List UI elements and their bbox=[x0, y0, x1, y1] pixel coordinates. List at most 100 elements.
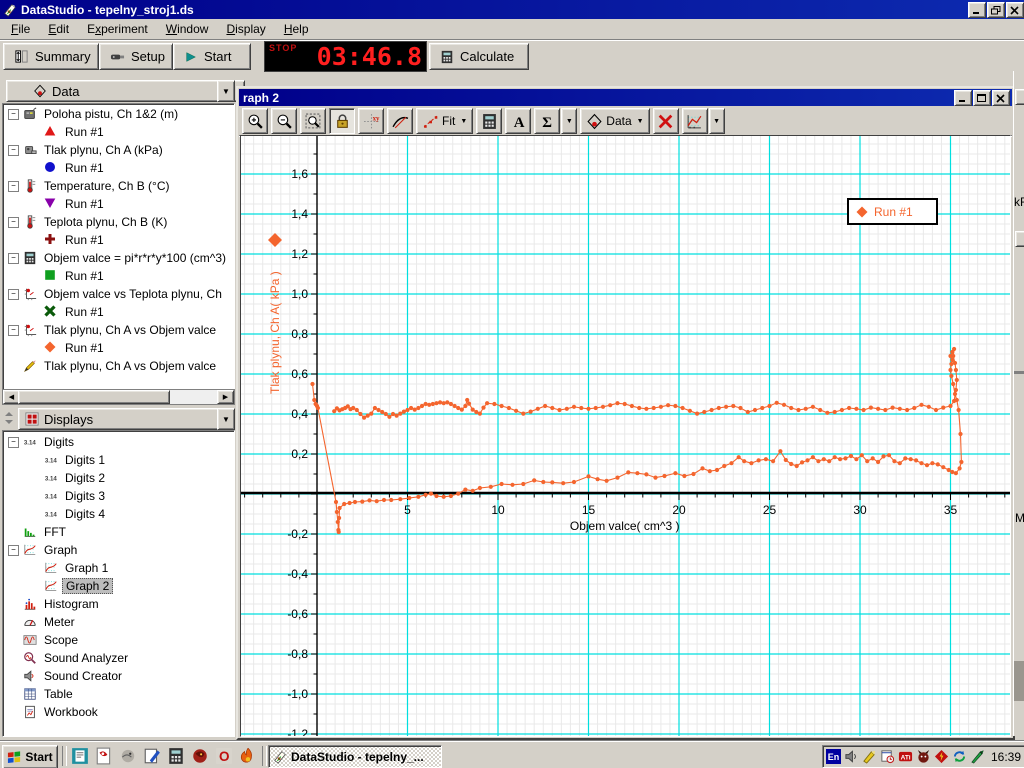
fit-menu-button[interactable]: Fit▼ bbox=[416, 108, 473, 134]
data-panel-header[interactable]: Data bbox=[6, 80, 245, 102]
display-item-graph-2[interactable]: Graph 2 bbox=[3, 577, 234, 595]
tree-expander[interactable]: − bbox=[8, 289, 19, 300]
display-item-scope[interactable]: Scope bbox=[3, 631, 234, 649]
opera-icon[interactable]: O bbox=[214, 746, 234, 766]
tree-expander[interactable]: − bbox=[8, 145, 19, 156]
display-item-fft[interactable]: FFT bbox=[3, 523, 234, 541]
restore-button[interactable] bbox=[987, 2, 1005, 18]
data-source-item[interactable]: −Teplota plynu, Ch B (K) bbox=[3, 213, 234, 231]
dragon-icon[interactable] bbox=[190, 746, 210, 766]
scheduler-icon[interactable] bbox=[879, 749, 895, 765]
data-run-item[interactable]: Run #1 bbox=[3, 267, 234, 285]
summary-button[interactable]: Summary bbox=[3, 43, 99, 70]
pen-icon[interactable] bbox=[969, 749, 985, 765]
display-item-digits[interactable]: −3.14Digits bbox=[3, 433, 234, 451]
display-item-sound-analyzer[interactable]: Sound Analyzer bbox=[3, 649, 234, 667]
data-run-item[interactable]: Run #1 bbox=[3, 303, 234, 321]
data-source-item[interactable]: −Objem valce vs Teplota plynu, Ch bbox=[3, 285, 234, 303]
yellow-tool-icon[interactable] bbox=[861, 749, 877, 765]
zoom-select-button[interactable] bbox=[300, 108, 326, 134]
display-item-sound-creator[interactable]: Sound Creator bbox=[3, 667, 234, 685]
tree-expander[interactable]: − bbox=[8, 325, 19, 336]
tree-expander[interactable]: − bbox=[8, 181, 19, 192]
displays-panel-dropdown[interactable]: ▼ bbox=[217, 408, 235, 430]
tree-expander[interactable]: − bbox=[8, 217, 19, 228]
data-source-item[interactable]: −Tlak plynu, Ch A (kPa) bbox=[3, 141, 234, 159]
displays-panel-header[interactable]: Displays bbox=[18, 408, 225, 430]
display-item-workbook[interactable]: Workbook bbox=[3, 703, 234, 721]
flame-icon[interactable] bbox=[238, 746, 258, 766]
plot-area[interactable]: 51015202530351,61,41,21,00,80,60,40,2-0,… bbox=[240, 135, 1011, 737]
tree-expander[interactable]: − bbox=[8, 109, 19, 120]
data-run-item[interactable]: Run #1 bbox=[3, 339, 234, 357]
setup-button[interactable]: Setup bbox=[99, 43, 173, 70]
zoom-out-button[interactable] bbox=[271, 108, 297, 134]
task-button-datastudio[interactable]: DataStudio - tepelny_... bbox=[268, 745, 442, 768]
menu-item-experiment[interactable]: Experiment bbox=[78, 19, 157, 40]
start-button[interactable]: Start bbox=[2, 745, 58, 768]
graph-minimize-button[interactable] bbox=[954, 90, 972, 106]
app-devil-icon[interactable] bbox=[915, 749, 931, 765]
data-source-item[interactable]: −Poloha pistu, Ch 1&2 (m) bbox=[3, 105, 234, 123]
calculate-button[interactable]: Calculate bbox=[429, 43, 529, 70]
pen-doc-icon[interactable] bbox=[142, 746, 162, 766]
display-item-digits-1[interactable]: 3.14Digits 1 bbox=[3, 451, 234, 469]
menu-item-help[interactable]: Help bbox=[275, 19, 318, 40]
tree-expander[interactable]: − bbox=[8, 545, 19, 556]
data-run-item[interactable]: Run #1 bbox=[3, 159, 234, 177]
graph-settings-button-dropdown[interactable]: ▼ bbox=[709, 108, 725, 134]
delete-button[interactable] bbox=[653, 108, 679, 134]
menu-item-display[interactable]: Display bbox=[217, 19, 274, 40]
graph-settings-button[interactable] bbox=[682, 108, 708, 134]
minimize-button[interactable] bbox=[968, 2, 986, 18]
start-button[interactable]: Start bbox=[173, 43, 251, 70]
display-item-table[interactable]: Table bbox=[3, 685, 234, 703]
graph-title-bar[interactable]: raph 2 bbox=[239, 89, 1012, 106]
bolt-diamond-icon[interactable] bbox=[933, 749, 949, 765]
display-item-graph-1[interactable]: Graph 1 bbox=[3, 559, 234, 577]
scroll-thumb[interactable] bbox=[18, 390, 170, 404]
bird-icon[interactable] bbox=[118, 746, 138, 766]
display-item-histogram[interactable]: Histogram bbox=[3, 595, 234, 613]
pdf-icon[interactable] bbox=[94, 746, 114, 766]
data-source-item[interactable]: −Objem valce = pi*r*r*y*100 (cm^3) bbox=[3, 249, 234, 267]
tree-expander[interactable]: − bbox=[8, 253, 19, 264]
calculate-button[interactable] bbox=[476, 108, 502, 134]
splitter-icon[interactable] bbox=[2, 409, 16, 427]
notepad-icon[interactable] bbox=[70, 746, 90, 766]
zoom-in-button[interactable] bbox=[242, 108, 268, 134]
smart-tool-button[interactable]: xy bbox=[358, 108, 384, 134]
data-source-item[interactable]: −Tlak plynu, Ch A vs Objem valce bbox=[3, 321, 234, 339]
data-source-item[interactable]: Tlak plynu, Ch A vs Objem valce bbox=[3, 357, 234, 375]
display-item-digits-4[interactable]: 3.14Digits 4 bbox=[3, 505, 234, 523]
display-item-graph[interactable]: −Graph bbox=[3, 541, 234, 559]
data-run-item[interactable]: Run #1 bbox=[3, 123, 234, 141]
text-annotation-button[interactable]: A bbox=[505, 108, 531, 134]
display-item-meter[interactable]: Meter bbox=[3, 613, 234, 631]
tree-expander[interactable]: − bbox=[8, 437, 19, 448]
scroll-right-arrow[interactable]: ▶ bbox=[217, 390, 234, 404]
display-item-digits-3[interactable]: 3.14Digits 3 bbox=[3, 487, 234, 505]
statistics-button[interactable]: Σ bbox=[534, 108, 560, 134]
data-menu-button[interactable]: Data▼ bbox=[580, 108, 649, 134]
graph-close-button[interactable] bbox=[992, 90, 1010, 106]
legend[interactable]: Run #1 bbox=[847, 198, 938, 225]
statistics-button-dropdown[interactable]: ▼ bbox=[561, 108, 577, 134]
volume-icon[interactable] bbox=[843, 749, 859, 765]
slope-tool-button[interactable] bbox=[387, 108, 413, 134]
keyboard-layout-indicator[interactable]: En bbox=[826, 749, 841, 764]
data-panel-dropdown[interactable]: ▼ bbox=[217, 80, 235, 102]
calculator-icon[interactable] bbox=[166, 746, 186, 766]
ati-icon[interactable]: ATi bbox=[897, 749, 913, 765]
data-run-item[interactable]: Run #1 bbox=[3, 231, 234, 249]
menu-item-edit[interactable]: Edit bbox=[39, 19, 78, 40]
graph-maximize-button[interactable] bbox=[973, 90, 991, 106]
data-source-item[interactable]: −Temperature, Ch B (°C) bbox=[3, 177, 234, 195]
data-run-item[interactable]: Run #1 bbox=[3, 195, 234, 213]
display-item-digits-2[interactable]: 3.14Digits 2 bbox=[3, 469, 234, 487]
data-tree-hscrollbar[interactable]: ◀ ▶ bbox=[2, 389, 235, 405]
close-button[interactable] bbox=[1006, 2, 1024, 18]
scale-lock-button[interactable] bbox=[329, 108, 355, 134]
sync-arrows-icon[interactable] bbox=[951, 749, 967, 765]
menu-item-file[interactable]: File bbox=[2, 19, 39, 40]
